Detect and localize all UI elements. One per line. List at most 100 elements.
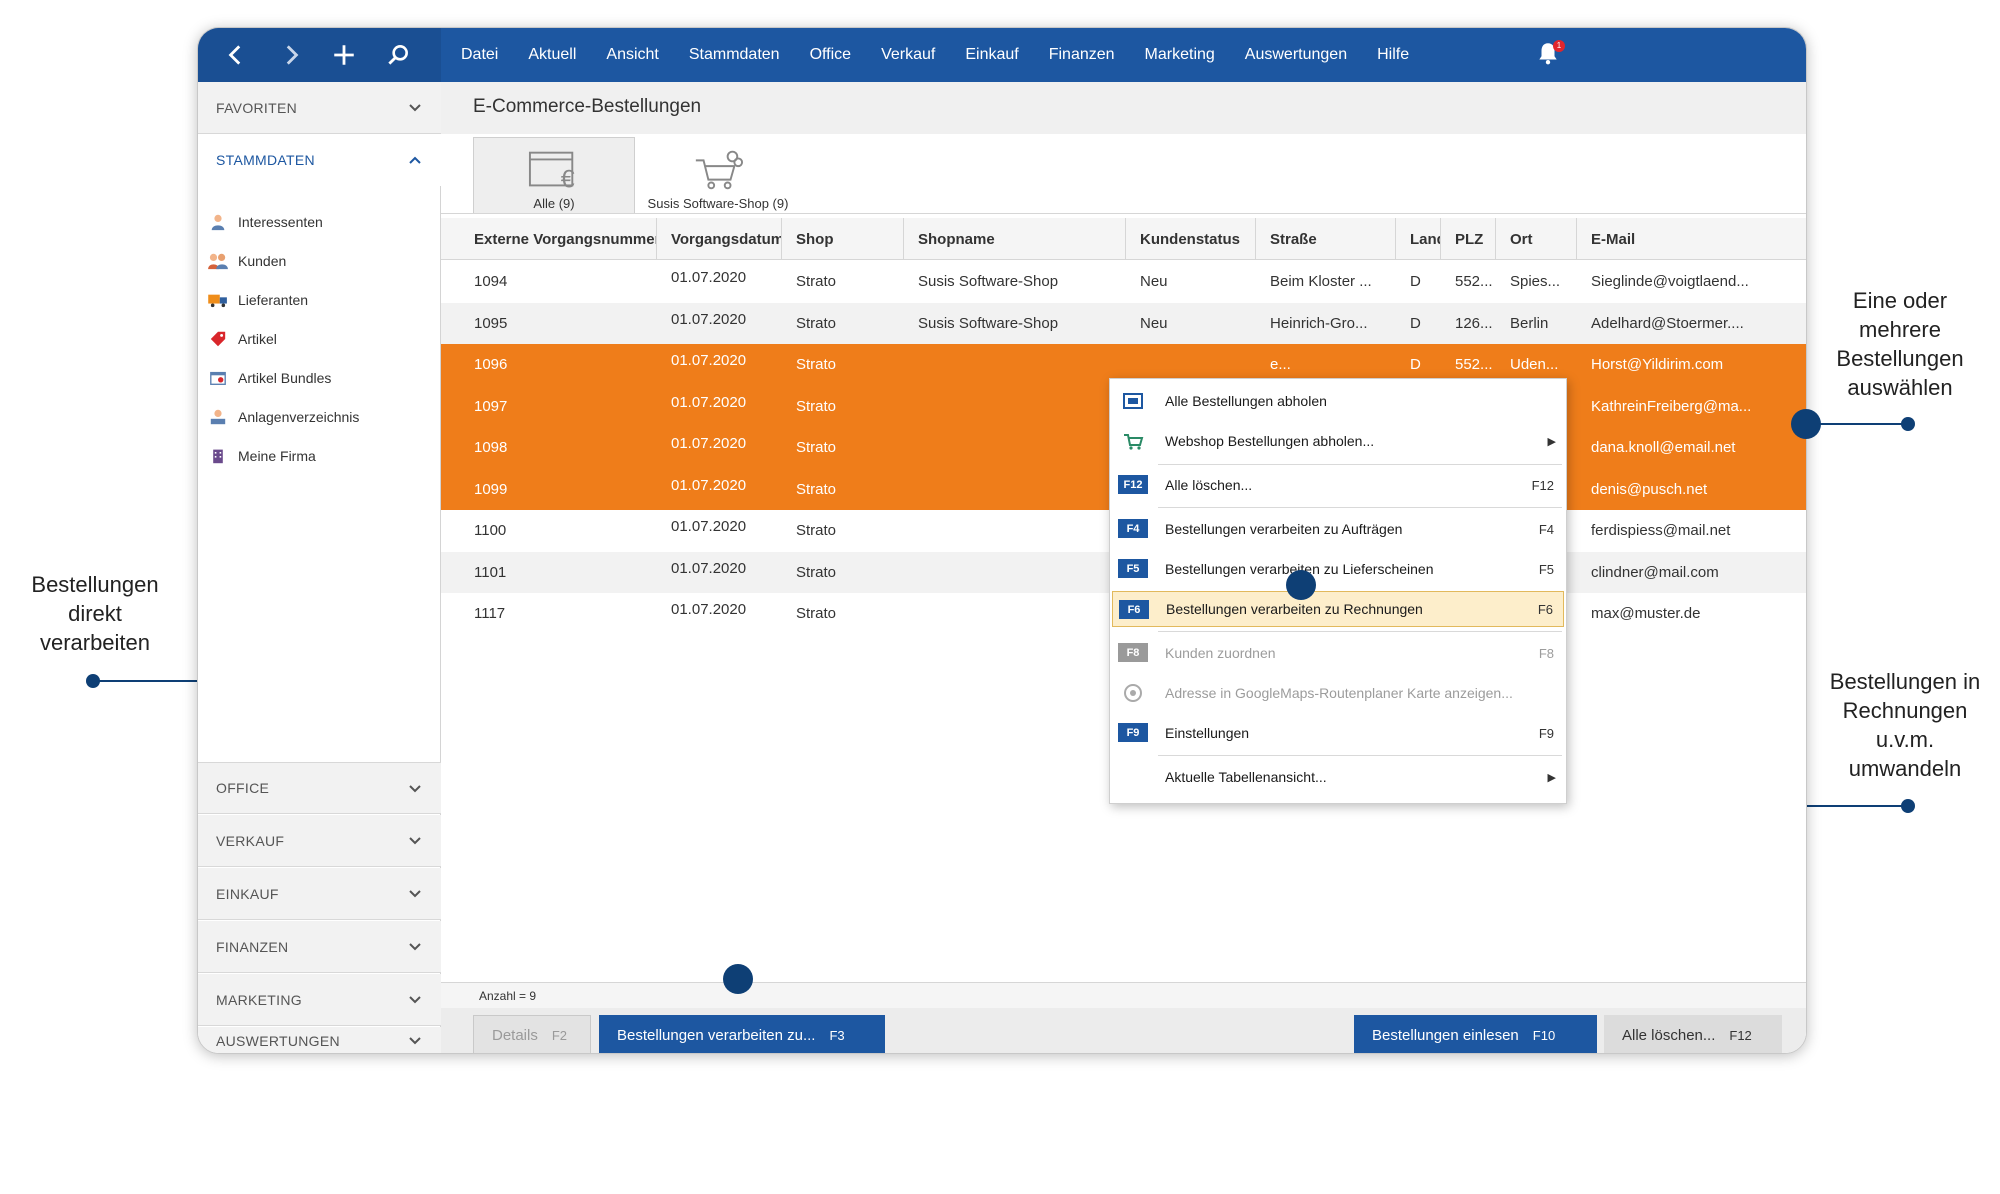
annotation-line: direkt xyxy=(68,601,122,626)
menu-item-delete-all[interactable]: F12 Alle löschen... F12 xyxy=(1112,467,1564,503)
column-header-plz[interactable]: PLZ xyxy=(1441,218,1496,260)
button-label: Bestellungen einlesen xyxy=(1372,1026,1519,1044)
building-icon xyxy=(206,444,230,468)
table-row[interactable]: 1094 01.07.2020 Strato Susis Software-Shop N… xyxy=(441,261,1806,303)
search-icon[interactable] xyxy=(378,35,418,75)
sidebar-section-einkauf[interactable]: EINKAUF xyxy=(198,868,441,920)
menu-aktuell[interactable]: Aktuell xyxy=(528,46,576,64)
sidebar-item-artikel-bundles[interactable]: Artikel Bundles xyxy=(206,363,331,393)
sidebar-item-lieferanten[interactable]: Lieferanten xyxy=(206,285,308,315)
cell-land: D xyxy=(1410,314,1421,332)
menu-datei[interactable]: Datei xyxy=(461,46,498,64)
shortcut-label: F8 xyxy=(1538,645,1554,661)
menu-separator xyxy=(1158,755,1562,756)
menu-einkauf[interactable]: Einkauf xyxy=(965,46,1018,64)
sidebar-section-verkauf[interactable]: VERKAUF xyxy=(198,815,441,867)
process-orders-button[interactable]: Bestellungen verarbeiten zu... F3 xyxy=(599,1015,885,1053)
sidebar-item-kunden[interactable]: Kunden xyxy=(206,246,286,276)
person-icon xyxy=(206,210,230,234)
section-label: FAVORITEN xyxy=(216,99,298,116)
context-menu: Alle Bestellungen abholen Webshop Bestel… xyxy=(1109,378,1567,804)
section-label: OFFICE xyxy=(216,780,270,796)
tab-alle[interactable]: € Alle (9) xyxy=(473,137,635,213)
column-header-vorgangsnummer[interactable]: Externe Vorgangsnummer xyxy=(460,218,657,260)
cell-datum: 01.07.2020 xyxy=(671,601,747,618)
menu-verkauf[interactable]: Verkauf xyxy=(881,46,935,64)
menu-item-googlemaps[interactable]: Adresse in GoogleMaps-Routenplaner Karte… xyxy=(1112,675,1564,711)
menu-item-label: Alle Bestellungen abholen xyxy=(1165,393,1327,409)
annotation-line: Bestellungen in xyxy=(1829,669,1981,694)
button-label: Details xyxy=(492,1026,538,1044)
forward-icon[interactable] xyxy=(271,35,311,75)
tab-susis-software-shop[interactable]: Susis Software-Shop (9) xyxy=(637,137,799,213)
key-badge: F9 xyxy=(1118,723,1148,742)
menu-item-settings[interactable]: F9 Einstellungen F9 xyxy=(1112,715,1564,751)
submenu-arrow-icon: ▶ xyxy=(1547,435,1556,448)
table-header: Externe Vorgangsnummer Vorgangsdatum Sho… xyxy=(441,218,1806,260)
column-header-email[interactable]: E-Mail xyxy=(1577,218,1806,260)
cell-status: Neu xyxy=(1140,273,1168,291)
column-header-shopname[interactable]: Shopname xyxy=(904,218,1126,260)
footer-toolbar: Details F2 Bestellungen verarbeiten zu..… xyxy=(441,1008,1806,1053)
cell-nr: 1101 xyxy=(474,563,507,581)
annotation-line: mehrere xyxy=(1859,317,1941,342)
import-orders-button[interactable]: Bestellungen einlesen F10 xyxy=(1354,1015,1597,1053)
menu-auswertungen[interactable]: Auswertungen xyxy=(1245,46,1347,64)
table-row[interactable]: 1095 01.07.2020 Strato Susis Software-Shop N… xyxy=(441,302,1806,344)
column-header-strasse[interactable]: Straße xyxy=(1256,218,1396,260)
sidebar-section-auswertungen[interactable]: AUSWERTUNGEN xyxy=(198,1027,441,1053)
cell-shopname xyxy=(904,510,1126,552)
menu-item-fetch-webshop[interactable]: Webshop Bestellungen abholen... ▶ xyxy=(1112,423,1564,459)
sidebar-section-finanzen[interactable]: FINANZEN xyxy=(198,921,441,973)
cell-shop: Strato xyxy=(796,605,837,623)
column-header-ort[interactable]: Ort xyxy=(1496,218,1577,260)
sidebar-item-interessenten[interactable]: Interessenten xyxy=(206,207,323,237)
details-button[interactable]: Details F2 xyxy=(473,1015,591,1053)
add-icon[interactable] xyxy=(324,35,364,75)
menu-ansicht[interactable]: Ansicht xyxy=(606,46,658,64)
menu-item-table-view[interactable]: Aktuelle Tabellenansicht... ▶ xyxy=(1112,759,1564,795)
cell-email: Sieglinde@voigtlaend... xyxy=(1591,273,1749,291)
sidebar-item-label: Meine Firma xyxy=(238,448,316,464)
sidebar-item-artikel[interactable]: Artikel xyxy=(206,324,277,354)
app-window: Datei Aktuell Ansicht Stammdaten Office … xyxy=(197,27,1807,1054)
menu-item-label: Einstellungen xyxy=(1165,725,1250,741)
sidebar-section-marketing[interactable]: MARKETING xyxy=(198,974,441,1026)
menu-item-process-delivery[interactable]: F5 Bestellungen verarbeiten zu Liefersch… xyxy=(1112,551,1564,587)
target-icon xyxy=(1124,684,1142,702)
cell-datum: 01.07.2020 xyxy=(671,476,747,494)
menu-finanzen[interactable]: Finanzen xyxy=(1049,46,1115,64)
back-icon[interactable] xyxy=(216,35,256,75)
column-header-shop[interactable]: Shop xyxy=(782,218,904,260)
key-badge: F4 xyxy=(1118,519,1148,538)
notification-bell-icon[interactable]: 1 xyxy=(1535,40,1565,70)
menu-item-process-invoices[interactable]: F6 Bestellungen verarbeiten zu Rechnunge… xyxy=(1112,591,1564,627)
menu-marketing[interactable]: Marketing xyxy=(1145,46,1215,64)
menu-separator xyxy=(1158,507,1562,508)
key-badge: F6 xyxy=(1119,600,1149,619)
sidebar-section-favoriten[interactable]: FAVORITEN xyxy=(198,82,441,134)
cell-ort: Spies... xyxy=(1510,273,1561,291)
sidebar-item-anlagenverzeichnis[interactable]: Anlagenverzeichnis xyxy=(206,402,359,432)
annotation-line: Rechnungen xyxy=(1842,698,1968,723)
sidebar-section-stammdaten[interactable]: STAMMDATEN xyxy=(198,134,441,186)
column-header-land[interactable]: Land xyxy=(1396,218,1441,260)
cart-icon xyxy=(695,150,744,190)
menu-item-process-orders[interactable]: F4 Bestellungen verarbeiten zu Aufträgen… xyxy=(1112,511,1564,547)
cell-shopname xyxy=(904,386,1126,428)
chevron-up-icon xyxy=(409,156,421,164)
column-header-vorgangsdatum[interactable]: Vorgangsdatum xyxy=(657,218,782,260)
sidebar-item-meine-firma[interactable]: Meine Firma xyxy=(206,441,316,471)
clear-all-button[interactable]: Alle löschen... F12 xyxy=(1604,1015,1782,1053)
cell-shopname xyxy=(904,427,1126,469)
menu-item-fetch-all[interactable]: Alle Bestellungen abholen xyxy=(1112,383,1564,419)
chevron-down-icon xyxy=(409,1037,421,1045)
menu-stammdaten[interactable]: Stammdaten xyxy=(689,46,780,64)
menu-hilfe[interactable]: Hilfe xyxy=(1377,46,1409,64)
cell-datum: 01.07.2020 xyxy=(671,559,747,577)
menu-separator xyxy=(1158,464,1562,465)
menu-item-assign-customers[interactable]: F8 Kunden zuordnen F8 xyxy=(1112,635,1564,671)
column-header-kundenstatus[interactable]: Kundenstatus xyxy=(1126,218,1256,260)
sidebar-section-office[interactable]: OFFICE xyxy=(198,762,441,814)
menu-office[interactable]: Office xyxy=(810,46,852,64)
